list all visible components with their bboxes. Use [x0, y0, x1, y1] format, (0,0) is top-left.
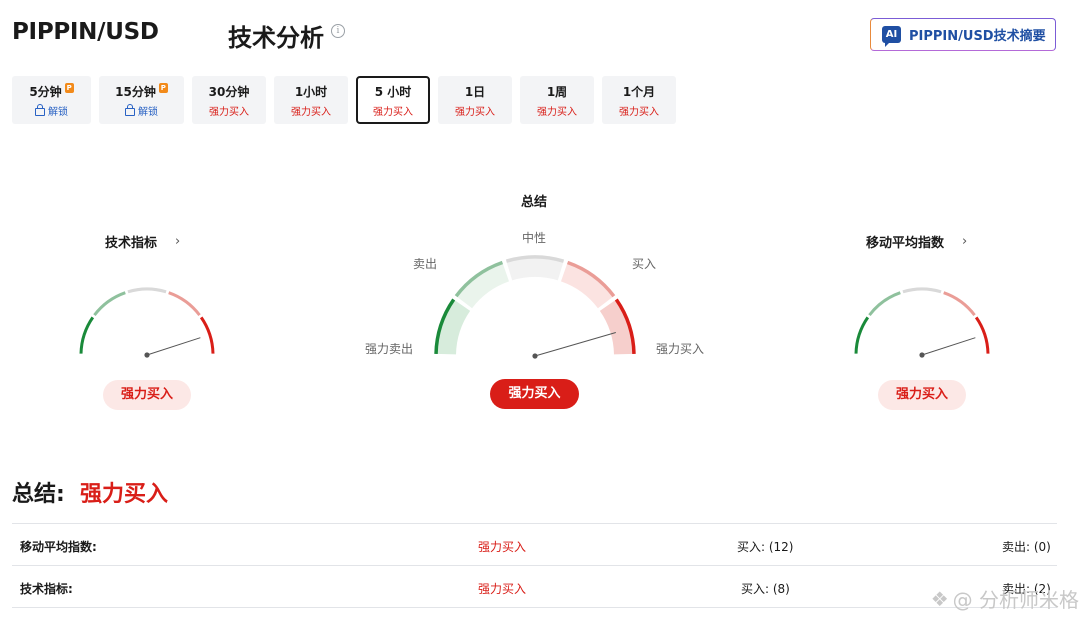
tab-label: 30分钟 [208, 84, 250, 99]
summary-gauge-title: 总结 [521, 195, 548, 210]
row-label-ma: 移动平均指数: [20, 540, 97, 554]
gauge-label-neutral: 中性 [522, 231, 547, 245]
tab-sub: 解锁 [138, 106, 158, 118]
gauge-needle-hub [144, 352, 150, 358]
gauge-label-strong-sell: 强力卖出 [365, 342, 414, 356]
summary-gauge [434, 255, 636, 359]
tab-label: 15分钟 [115, 84, 156, 99]
row-buy-ma: 买入: (12) [737, 540, 794, 554]
tab-sub: 强力买入 [291, 106, 331, 118]
tab-label: 1周 [546, 84, 568, 99]
row-buy-tech: 买入: (8) [741, 582, 790, 596]
table-divider [12, 523, 1057, 524]
summary-value: 强力买入 [80, 482, 169, 507]
tab-sub: 强力买入 [537, 106, 577, 118]
technical-gauge [79, 287, 215, 358]
tab-1mo[interactable]: 1个月 强力买入 [602, 76, 676, 124]
tab-sub: 强力买入 [209, 106, 249, 118]
gauge-segment-buy [943, 291, 976, 317]
ma-gauge [854, 287, 990, 358]
tab-1w[interactable]: 1周 强力买入 [520, 76, 594, 124]
tab-5h[interactable]: 5 小时 强力买入 [356, 76, 430, 124]
tab-label: 1小时 [294, 84, 328, 99]
gauge-needle [146, 337, 201, 356]
lock-icon [35, 103, 45, 116]
row-sell-ma: 卖出: (0) [1002, 540, 1051, 554]
ai-summary-label: PIPPIN/USD技术摘要 [909, 29, 1046, 44]
gauge-segment-strong-buy [974, 316, 990, 354]
gauge-segment-neutral [127, 287, 167, 294]
tab-1d[interactable]: 1日 强力买入 [438, 76, 512, 124]
chevron-right-icon: › [175, 234, 181, 249]
table-divider [12, 607, 1057, 608]
tab-5m[interactable]: 5分钟 P 解锁 [12, 76, 91, 124]
tab-1h[interactable]: 1小时 强力买入 [274, 76, 348, 124]
lock-icon [125, 103, 135, 116]
row-verdict-ma: 强力买入 [478, 540, 527, 554]
gauge-band-strong-buy [599, 299, 634, 355]
tab-label: 1日 [464, 84, 486, 99]
ai-summary-button[interactable]: AI PIPPIN/USD技术摘要 [870, 18, 1056, 51]
gauge-segment-strong-sell [854, 316, 870, 354]
summary-heading: 总结: [12, 482, 65, 507]
technical-gauge-title: 技术指标 [105, 236, 158, 251]
pro-icon: P [158, 83, 168, 93]
tab-label: 1个月 [622, 84, 656, 99]
tab-sub: 解锁 [48, 106, 68, 118]
gauge-band-neutral [506, 257, 564, 281]
gauge-segment-neutral [902, 287, 942, 294]
pro-icon: P [64, 83, 74, 93]
watermark-logo-icon: ❖ [930, 586, 949, 611]
row-label-tech: 技术指标: [20, 582, 73, 596]
gauge-segment-strong-sell [79, 316, 95, 354]
tab-15m[interactable]: 15分钟 P 解锁 [99, 76, 184, 124]
gauge-segment-sell [93, 291, 126, 317]
tab-label: 5分钟 [29, 84, 62, 99]
gauge-segment-buy [168, 291, 201, 317]
tab-sub: 强力买入 [455, 106, 495, 118]
info-icon[interactable]: i [331, 24, 345, 38]
ma-verdict-badge: 强力买入 [878, 380, 966, 410]
watermark-text: @ 分析师米格 [952, 588, 1079, 612]
gauge-segment-strong-buy [199, 316, 215, 354]
gauge-band-strong-sell [436, 299, 471, 355]
gauge-needle [921, 337, 976, 356]
gauge-needle [534, 332, 616, 357]
tab-label: 5 小时 [374, 84, 412, 99]
chevron-right-icon: › [962, 234, 968, 249]
timeframe-tabs: 5分钟 P 解锁 15分钟 P 解锁 30分钟 强力买入 1小时 强力买入 5 小时… [12, 76, 676, 124]
tab-sub: 强力买入 [373, 106, 413, 118]
gauge-needle-hub [532, 353, 538, 359]
table-divider [12, 565, 1057, 566]
technical-gauge-header[interactable]: 技术指标 › [105, 232, 180, 251]
summary-verdict-badge: 强力买入 [490, 379, 579, 409]
gauge-needle-hub [919, 352, 925, 358]
row-verdict-tech: 强力买入 [478, 582, 527, 596]
pair-title: PIPPIN/USD [12, 19, 159, 45]
gauge-label-strong-buy: 强力买入 [656, 342, 705, 356]
ma-gauge-header[interactable]: 移动平均指数 › [866, 232, 967, 251]
ma-gauge-title: 移动平均指数 [866, 236, 945, 251]
technical-verdict-badge: 强力买入 [103, 380, 191, 410]
gauge-band-buy [560, 262, 614, 309]
tab-sub: 强力买入 [619, 106, 659, 118]
ai-chat-icon: AI [882, 26, 901, 47]
page-title: 技术分析 [228, 24, 324, 52]
watermark: ❖ @ 分析师米格 [931, 584, 1079, 613]
gauge-band-sell [456, 262, 510, 309]
tab-30m[interactable]: 30分钟 强力买入 [192, 76, 266, 124]
gauge-segment-sell [868, 291, 901, 317]
